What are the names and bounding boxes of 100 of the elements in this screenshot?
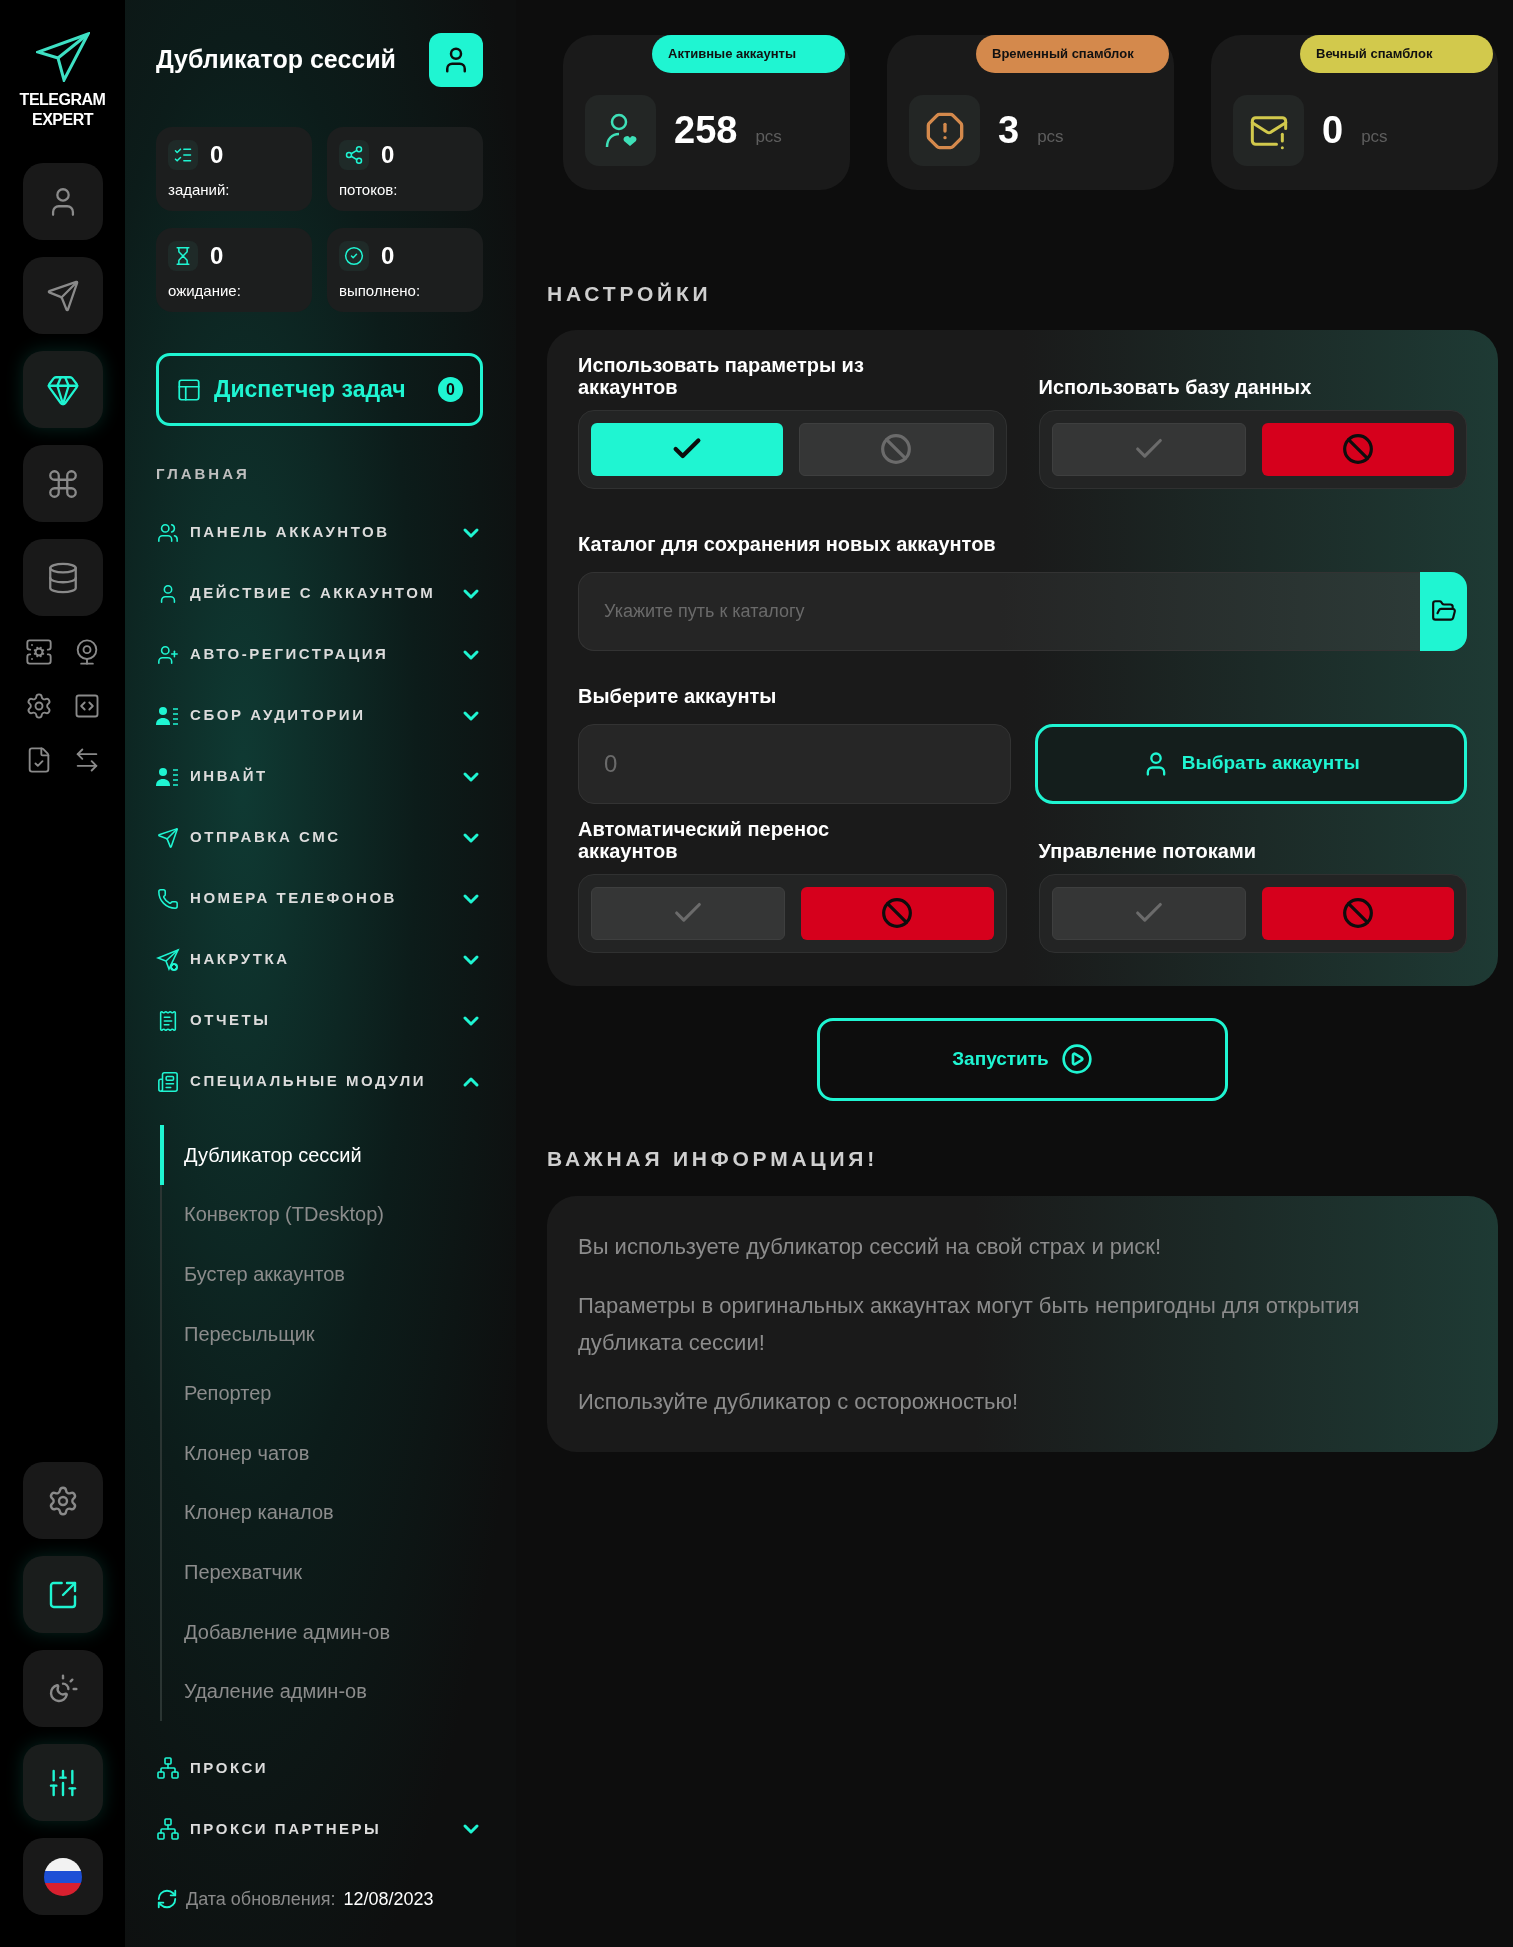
refresh-icon — [156, 1888, 178, 1911]
account-count-field[interactable]: 0 — [578, 723, 1011, 804]
count-badge: 0 — [438, 377, 463, 402]
disable-segment[interactable] — [1261, 886, 1454, 940]
submenu-item[interactable]: Добавление админ-ов — [160, 1601, 483, 1662]
receipt-icon — [157, 1009, 179, 1032]
setting-label: Управление потоками — [1038, 839, 1257, 862]
brand-name: EXPERT — [32, 110, 93, 130]
disable-segment[interactable] — [799, 422, 994, 476]
update-date: 12/08/2023 — [343, 1887, 434, 1911]
share-icon — [344, 145, 364, 165]
rail-button[interactable] — [22, 445, 103, 522]
field-label: Выберите аккаунты — [578, 683, 778, 709]
disable-segment[interactable] — [1261, 422, 1454, 476]
setting-label: Использовать параметры из аккаунтов — [578, 353, 865, 398]
counter-label: Активные аккаунты — [652, 35, 845, 73]
rail-button[interactable] — [22, 1744, 103, 1821]
stat-label: ожидание: — [168, 281, 242, 301]
setting-label: Использовать базу данных — [1038, 375, 1312, 398]
person-list-icon — [156, 765, 180, 788]
hourglass-icon — [173, 246, 193, 266]
stat-label: потоков: — [339, 180, 399, 200]
rail-button[interactable] — [22, 539, 103, 616]
stat-value: 0 — [210, 241, 224, 271]
ban-icon — [880, 433, 913, 465]
menu-item[interactable]: ПРОКСИ — [156, 1737, 483, 1799]
path-field[interactable]: Укажите путь к каталогу — [578, 571, 1420, 651]
counter-value: 258 — [674, 108, 738, 153]
stat-value: 0 — [381, 241, 395, 271]
stat-label: заданий: — [168, 180, 231, 200]
user-heart-icon — [603, 112, 638, 149]
newspaper-icon — [157, 1070, 179, 1093]
browse-folder-button[interactable] — [1420, 571, 1467, 651]
menu-item[interactable]: СБОР АУДИТОРИИ — [156, 685, 483, 746]
menu-item[interactable]: ОТПРАВКА СМС — [156, 807, 483, 868]
brand-name: TELEGRAM — [19, 90, 106, 110]
submenu-item[interactable]: Репортер — [160, 1363, 483, 1423]
play-icon — [1060, 1043, 1093, 1075]
ban-icon — [1341, 433, 1374, 465]
stat-value: 0 — [210, 140, 224, 170]
warning-octagon-icon — [924, 110, 965, 151]
server-icon[interactable] — [24, 638, 53, 666]
profile-button[interactable] — [429, 32, 483, 87]
submenu-item[interactable]: Конвектор (TDesktop) — [160, 1184, 483, 1245]
submenu-item[interactable]: Перехватчик — [160, 1542, 483, 1602]
submenu-item[interactable]: Клонер чатов — [160, 1422, 483, 1483]
menu-item[interactable]: ПАНЕЛЬ АККАУНТОВ — [156, 502, 483, 563]
counter-value: 3 — [998, 108, 1020, 153]
disable-segment[interactable] — [801, 886, 994, 940]
user-plus-icon — [157, 643, 179, 666]
counter-unit: pcs — [755, 125, 782, 148]
submenu-item[interactable]: Дубликатор сессий — [160, 1125, 483, 1185]
stat-value: 0 — [381, 140, 395, 170]
logo-icon — [35, 32, 90, 82]
enable-segment[interactable] — [591, 422, 784, 476]
rail-button[interactable] — [22, 257, 103, 334]
rail-button[interactable] — [22, 351, 103, 428]
menu-item[interactable]: НОМЕРА ТЕЛЕФОНОВ — [156, 868, 483, 929]
rail-button[interactable] — [22, 1838, 103, 1915]
network-icon — [156, 1817, 180, 1842]
menu-item[interactable]: СПЕЦИАЛЬНЫЕ МОДУЛИ — [156, 1051, 483, 1112]
checklist-icon — [173, 145, 193, 165]
task-manager-button[interactable]: Диспетчер задач 0 — [156, 353, 483, 426]
launch-button[interactable]: Запустить — [817, 1017, 1228, 1101]
counter-unit: pcs — [1361, 125, 1388, 148]
submenu-item[interactable]: Удаление админ-ов — [160, 1661, 483, 1721]
paper-plane-icon — [45, 278, 80, 313]
menu-item[interactable]: НАКРУТКА — [156, 929, 483, 990]
menu-item[interactable]: ОТЧЕТЫ — [156, 990, 483, 1051]
users-icon — [157, 521, 179, 544]
menu-item[interactable]: ДЕЙСТВИЕ С АККАУНТОМ — [156, 563, 483, 624]
paper-plane-icon — [157, 826, 179, 849]
counter-label: Вечный спамблок — [1300, 35, 1493, 73]
phone-icon — [157, 887, 179, 910]
info-text: Используйте дубликатор с осторожностью! — [578, 1388, 1020, 1416]
submenu-item[interactable]: Клонер каналов — [160, 1482, 483, 1543]
submenu-item[interactable]: Пересыльщик — [160, 1303, 483, 1364]
field-label: Каталог для сохранения новых аккаунтов — [578, 531, 997, 557]
section-heading: ГЛАВНАЯ — [156, 464, 251, 484]
rail-button[interactable] — [22, 1462, 103, 1539]
menu-item[interactable]: ИНВАЙТ — [156, 746, 483, 807]
window-icon — [176, 376, 202, 403]
rail-button[interactable] — [22, 1556, 103, 1633]
ban-icon — [881, 897, 914, 929]
folder-icon — [1430, 598, 1457, 624]
menu-item[interactable]: АВТО-РЕГИСТРАЦИЯ — [156, 624, 483, 685]
network-icon — [156, 1756, 180, 1781]
select-accounts-button[interactable]: Выбрать аккаунты — [1034, 723, 1467, 804]
menu-item[interactable]: ПРОКСИ ПАРТНЕРЫ — [156, 1798, 483, 1860]
section-heading: ВАЖНАЯ ИНФОРМАЦИЯ! — [547, 1145, 879, 1172]
paper-plane-plus-icon — [156, 947, 180, 972]
page-title: Дубликатор сессий — [156, 43, 396, 75]
counter-label: Временный спамблок — [976, 35, 1169, 73]
stat-label: выполнено: — [339, 281, 422, 301]
info-text: Вы используете дубликатор сессий на свой страх и риск! — [578, 1233, 1163, 1261]
ban-icon — [1341, 897, 1374, 929]
update-label: Дата обновления: — [186, 1887, 336, 1911]
info-text: Параметры в оригинальных аккаунтах могут быть непригодны для открытия дубликата сессии! — [578, 1292, 1361, 1357]
submenu-item[interactable]: Бустер аккаунтов — [160, 1244, 483, 1304]
russian-flag-icon — [43, 1857, 82, 1896]
